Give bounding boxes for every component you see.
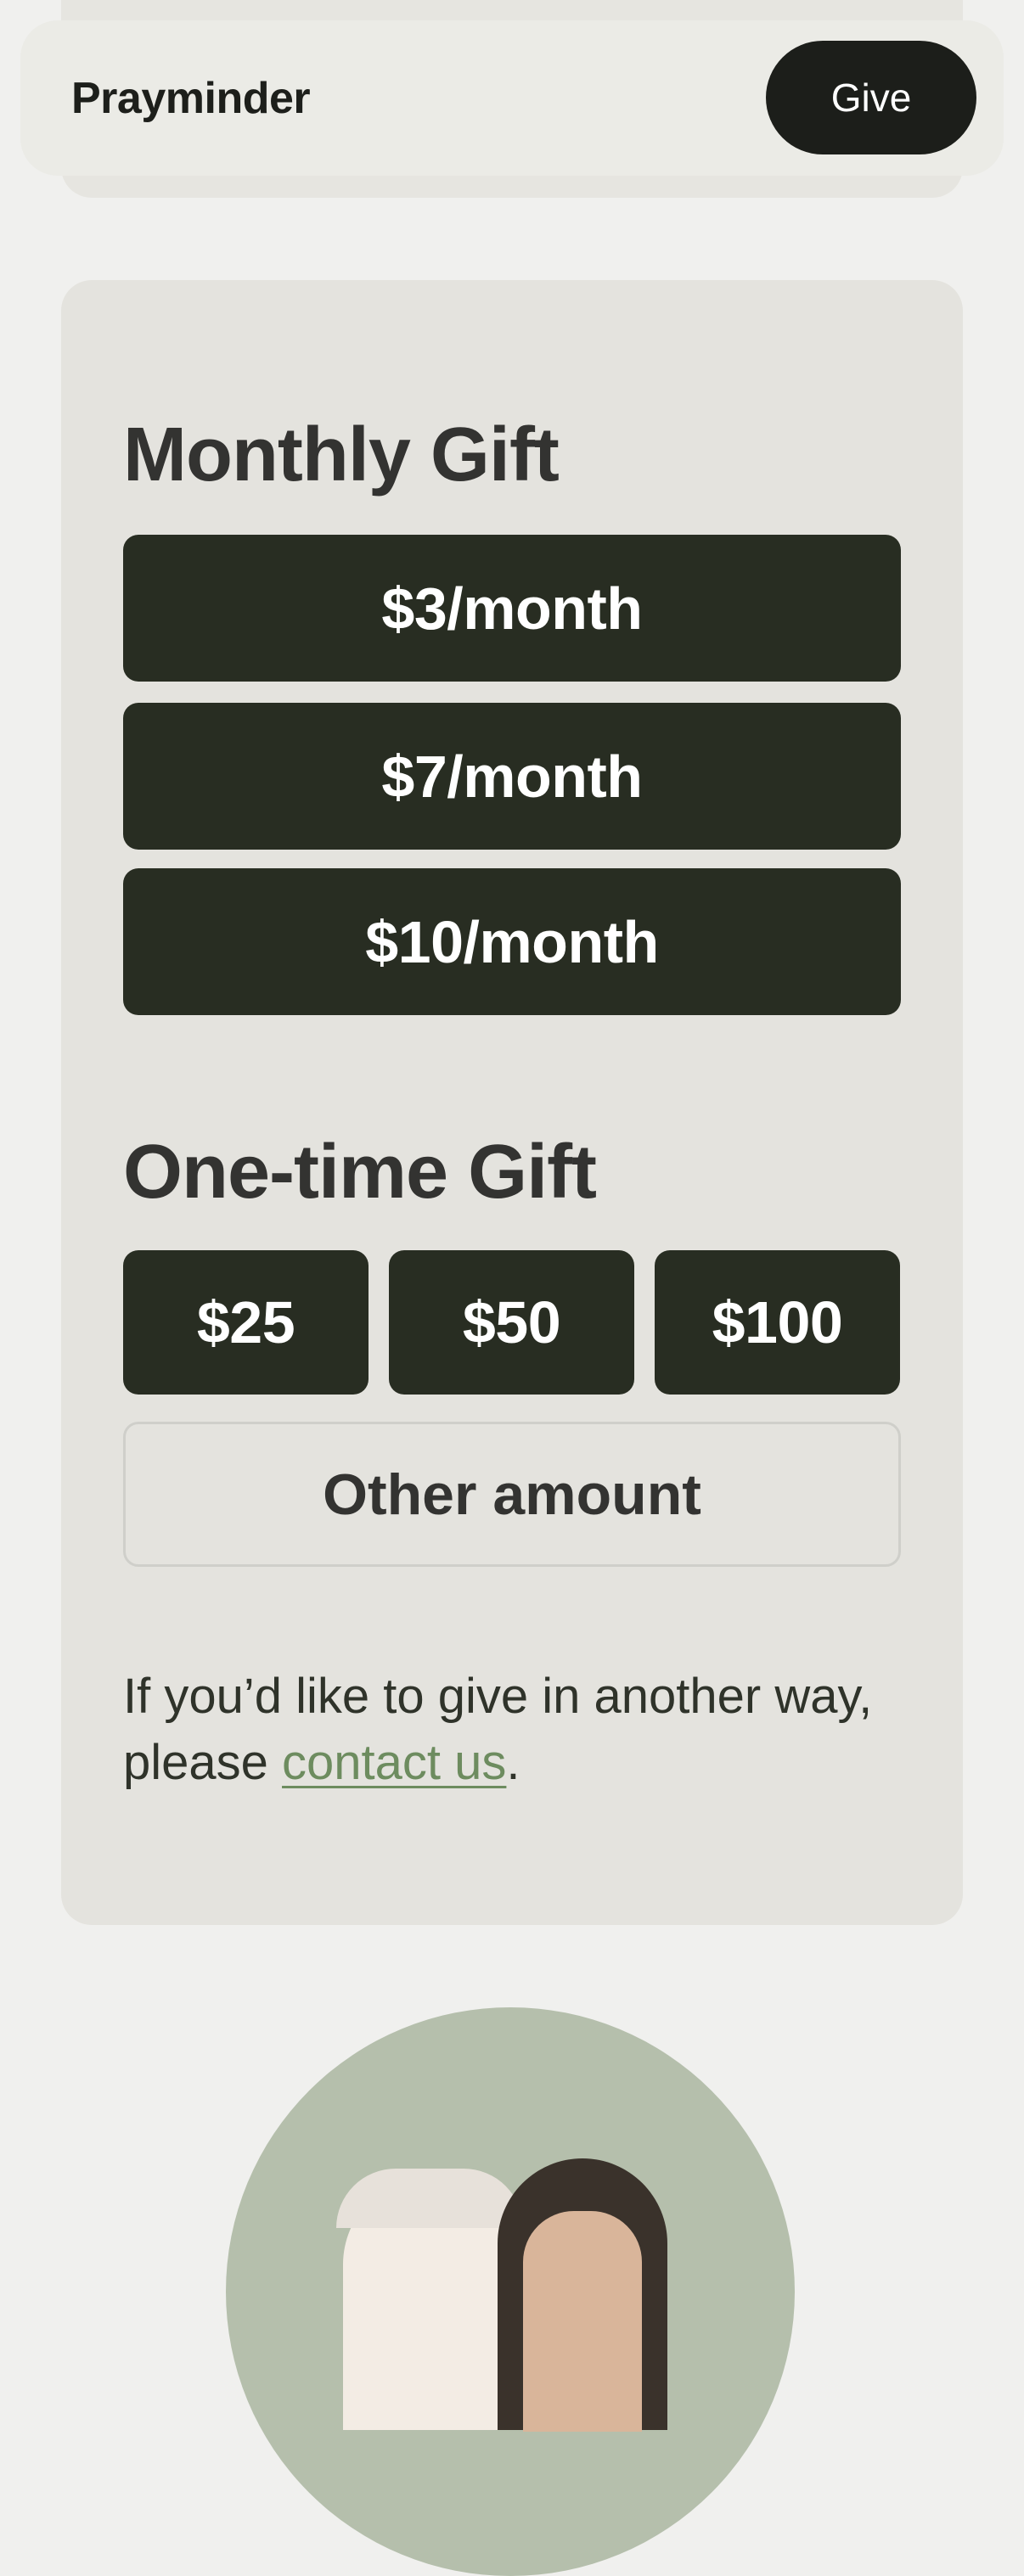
donation-card: Monthly Gift $3/month $7/month $10/month…: [61, 280, 963, 1925]
one-time-25-button[interactable]: $25: [123, 1250, 369, 1395]
founders-photo: [226, 2007, 795, 2576]
footnote-period: .: [506, 1735, 520, 1790]
monthly-3-button[interactable]: $3/month: [123, 535, 901, 682]
brand-logo-text[interactable]: Prayminder: [71, 20, 311, 176]
one-time-50-button[interactable]: $50: [389, 1250, 634, 1395]
one-time-100-button[interactable]: $100: [655, 1250, 900, 1395]
person-right-face: [523, 2211, 642, 2432]
alternative-giving-note: If you’d like to give in another way, pl…: [123, 1664, 921, 1796]
monthly-10-button[interactable]: $10/month: [123, 868, 901, 1015]
top-nav-bar: Prayminder Give: [20, 20, 1004, 176]
person-left-hair: [336, 2169, 523, 2228]
monthly-7-button[interactable]: $7/month: [123, 703, 901, 850]
other-amount-button[interactable]: Other amount: [123, 1422, 901, 1567]
contact-us-link[interactable]: contact us: [282, 1735, 506, 1790]
monthly-gift-heading: Monthly Gift: [123, 412, 560, 497]
give-button[interactable]: Give: [766, 41, 976, 154]
one-time-gift-heading: One-time Gift: [123, 1130, 597, 1215]
